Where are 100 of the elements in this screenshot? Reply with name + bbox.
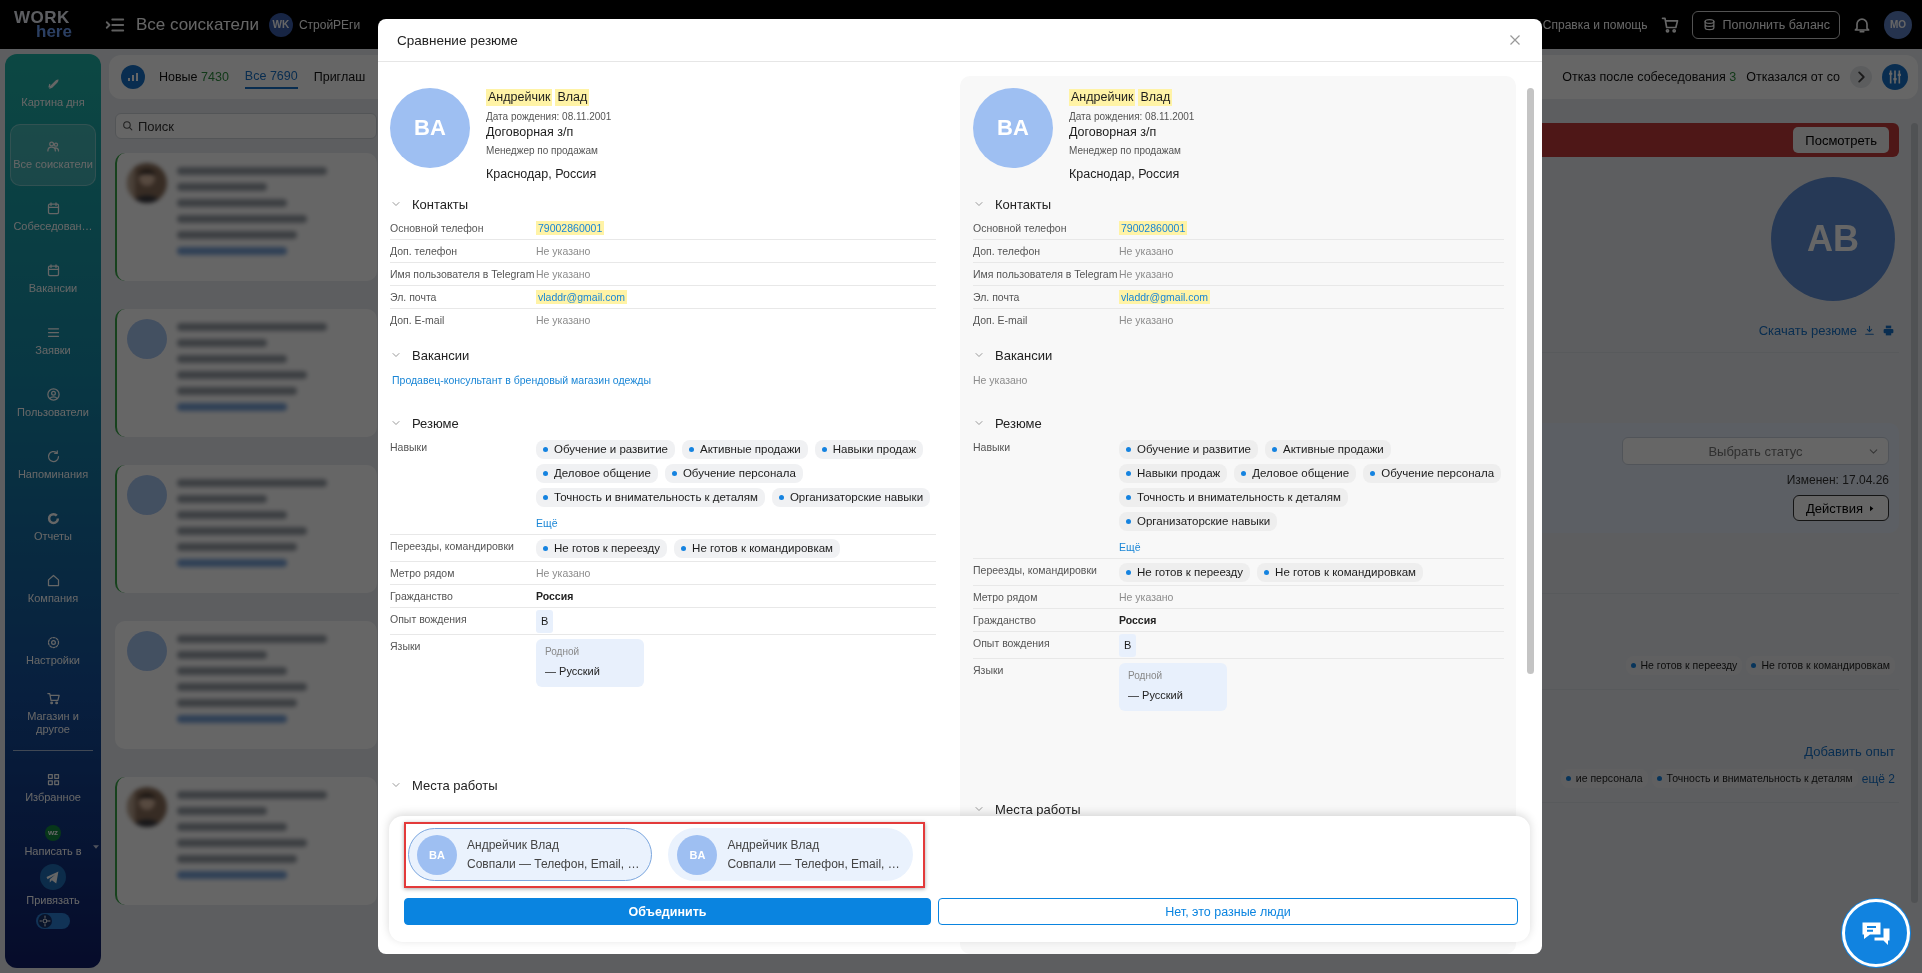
sidebar-item[interactable]: wz Написать в (10, 819, 96, 863)
more-link[interactable]: ещё 2 (1861, 771, 1895, 786)
cart-icon (45, 690, 61, 706)
refresh-icon (45, 449, 61, 464)
field-label: Переезды, командировки (390, 539, 515, 554)
duplicate-chip[interactable]: BA Андрейчик Влад Совпали — Телефон, Email, … (668, 828, 913, 881)
chat-button[interactable] (1842, 899, 1910, 967)
sidebar-item[interactable]: Отчеты (10, 496, 96, 558)
tab[interactable]: Новые 7430 (159, 66, 229, 88)
candidate-card[interactable] (115, 465, 377, 593)
section-title[interactable]: Резюме (412, 415, 459, 431)
print-icon[interactable] (1882, 324, 1895, 337)
tab[interactable]: Отказ после собеседования 3 (1562, 66, 1737, 88)
sidebar-item[interactable]: Привязать (10, 863, 96, 907)
avatar (127, 631, 167, 671)
field-label: Гражданство (973, 613, 1037, 628)
search-field[interactable]: Поиск (115, 113, 377, 139)
actions-button[interactable]: Действия (1793, 495, 1889, 521)
sidebar-item[interactable]: Настройки (10, 620, 96, 682)
section-title[interactable]: Резюме (995, 415, 1042, 431)
value-link[interactable]: vladdr@gmail.com (536, 290, 628, 304)
sidebar-item[interactable]: Напоминания (10, 434, 96, 496)
value-link[interactable]: 79002860001 (536, 221, 605, 235)
field-value: Не указано (973, 374, 1028, 386)
candidate-card[interactable] (115, 621, 377, 749)
license-badge: B (1119, 634, 1137, 657)
sidebar-item[interactable]: Магазин и другое (10, 682, 96, 744)
telegram-icon (40, 863, 66, 890)
tab[interactable]: Приглаш (313, 66, 366, 88)
different-people-button[interactable]: Нет, это разные люди (938, 898, 1518, 925)
company-avatar: WK (268, 12, 293, 37)
help-link[interactable]: Справка и помощь (1542, 17, 1648, 32)
merge-button[interactable]: Объединить (404, 898, 931, 925)
salary: Договорная з/п (1069, 124, 1158, 140)
candidate-card[interactable] (115, 153, 377, 281)
field-label: Гражданство (390, 589, 454, 604)
sidebar-item[interactable]: Пользователи (10, 372, 96, 434)
modal-title: Сравнение резюме (397, 32, 518, 48)
section-title[interactable]: Вакансии (412, 347, 470, 363)
language-level: Родной (545, 645, 581, 659)
field-label: Основной телефон (973, 221, 1068, 236)
chevron-right-icon[interactable] (1850, 66, 1872, 88)
stats-icon[interactable] (121, 65, 145, 89)
page-title: Все соискатели (135, 14, 259, 35)
theme-toggle[interactable] (36, 913, 70, 929)
field-label: Языки (973, 663, 1005, 678)
user-avatar[interactable]: MO (1884, 10, 1912, 39)
section-title[interactable]: Места работы (995, 801, 1081, 817)
scrollbar[interactable] (1527, 88, 1534, 674)
section-title[interactable]: Контакты (412, 196, 469, 212)
tab[interactable]: Отказался от со (1746, 66, 1840, 88)
sidebar-item[interactable]: Собеседован… (10, 186, 96, 248)
field-value: Россия (1119, 614, 1157, 626)
more-link[interactable]: Ещё (536, 516, 558, 531)
sidebar-item[interactable]: Избранное (10, 757, 96, 819)
filter-icon[interactable] (1882, 64, 1908, 90)
duplicate-chip[interactable]: BA Андрейчик Влад Совпали — Телефон, Email, … (408, 828, 653, 881)
city: Краснодар, Россия (1069, 167, 1181, 181)
coins-icon (1701, 17, 1717, 32)
avatar (127, 475, 167, 515)
tag: Активные продажи (1264, 440, 1391, 459)
sidebar-item[interactable]: Компания (10, 558, 96, 620)
section-title[interactable]: Вакансии (995, 347, 1053, 363)
field-label: Эл. почта (390, 290, 438, 305)
field-label: Метро рядом (390, 566, 456, 581)
candidate-avatar: BA (677, 834, 718, 875)
field-label: Имя пользователя в Telegram (973, 267, 1119, 282)
section-title[interactable]: Места работы (412, 777, 498, 793)
value-link[interactable]: 79002860001 (1119, 221, 1188, 235)
view-button[interactable]: Посмотреть (1793, 127, 1889, 153)
balance-button[interactable]: Пополнить баланс (1691, 10, 1840, 39)
sidebar-item[interactable]: Картина дня (10, 62, 96, 124)
candidate-card[interactable] (115, 309, 377, 437)
company-name[interactable]: СтройРЕги (298, 17, 361, 32)
calendar-icon (45, 201, 61, 216)
candidate-avatar: BA (417, 834, 457, 875)
download-icon[interactable] (1863, 324, 1876, 337)
value-link[interactable]: vladdr@gmail.com (1119, 290, 1211, 304)
field-label: Языки (390, 639, 422, 654)
tab[interactable]: Все 7690 (244, 65, 298, 89)
add-experience-link[interactable]: Добавить опыт (1804, 744, 1895, 759)
value-link[interactable]: Продавец-консультант в брендовый магазин одежды (390, 373, 653, 387)
tag: Обучение персонала (1363, 464, 1502, 483)
tag: Не готов к переезду (536, 539, 668, 558)
tag: Не готов к командировкам (1257, 563, 1423, 582)
license-badge: B (536, 610, 554, 633)
field-label: Доп. E-mail (973, 313, 1029, 328)
logo-text: here (36, 24, 72, 39)
sidebar-item[interactable]: Заявки (10, 310, 96, 372)
birth-date: Дата рождения: 08.11.2001 (486, 110, 612, 124)
section-title[interactable]: Контакты (995, 196, 1052, 212)
position: Менеджер по продажам (1069, 144, 1182, 158)
sun-icon (38, 914, 52, 928)
download-resume-link[interactable]: Скачать резюме (1758, 323, 1857, 338)
candidate-card[interactable] (115, 777, 377, 905)
candidate-avatar: BA (973, 88, 1053, 168)
city: Краснодар, Россия (486, 167, 598, 181)
grid-icon (45, 772, 61, 787)
more-link[interactable]: Ещё (1119, 540, 1141, 555)
sidebar-item[interactable]: Вакансии (10, 248, 96, 310)
